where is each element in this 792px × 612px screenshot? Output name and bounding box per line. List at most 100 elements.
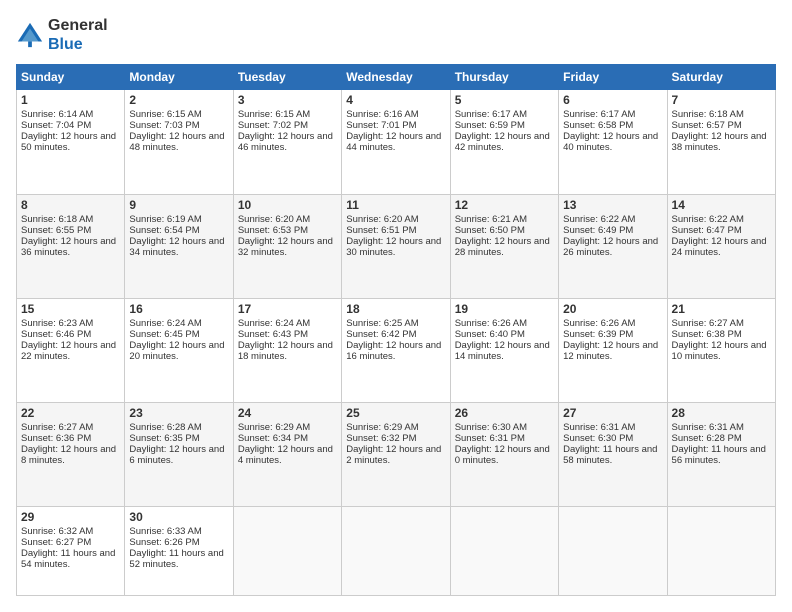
sunrise-label: Sunrise: 6:17 AM <box>455 109 527 120</box>
daylight-label: Daylight: 12 hours and 36 minutes. <box>21 236 116 258</box>
sunset-label: Sunset: 6:40 PM <box>455 329 525 340</box>
daylight-label: Daylight: 12 hours and 50 minutes. <box>21 131 116 153</box>
daylight-label: Daylight: 12 hours and 46 minutes. <box>238 131 333 153</box>
calendar-table: SundayMondayTuesdayWednesdayThursdayFrid… <box>16 64 776 596</box>
sunrise-label: Sunrise: 6:26 AM <box>455 318 527 329</box>
col-header-friday: Friday <box>559 65 667 90</box>
calendar-cell: 13 Sunrise: 6:22 AM Sunset: 6:49 PM Dayl… <box>559 194 667 298</box>
day-number: 6 <box>563 93 662 107</box>
day-number: 4 <box>346 93 445 107</box>
day-number: 2 <box>129 93 228 107</box>
daylight-label: Daylight: 11 hours and 52 minutes. <box>129 548 223 570</box>
calendar-cell: 12 Sunrise: 6:21 AM Sunset: 6:50 PM Dayl… <box>450 194 558 298</box>
sunset-label: Sunset: 6:38 PM <box>672 329 742 340</box>
calendar-cell: 30 Sunrise: 6:33 AM Sunset: 6:26 PM Dayl… <box>125 507 233 596</box>
daylight-label: Daylight: 12 hours and 40 minutes. <box>563 131 658 153</box>
day-number: 18 <box>346 302 445 316</box>
daylight-label: Daylight: 12 hours and 14 minutes. <box>455 340 550 362</box>
calendar-cell <box>559 507 667 596</box>
day-number: 8 <box>21 198 120 212</box>
day-number: 29 <box>21 510 120 524</box>
calendar-cell: 24 Sunrise: 6:29 AM Sunset: 6:34 PM Dayl… <box>233 402 341 506</box>
day-number: 11 <box>346 198 445 212</box>
daylight-label: Daylight: 12 hours and 24 minutes. <box>672 236 767 258</box>
calendar-cell: 26 Sunrise: 6:30 AM Sunset: 6:31 PM Dayl… <box>450 402 558 506</box>
day-number: 19 <box>455 302 554 316</box>
day-number: 1 <box>21 93 120 107</box>
sunset-label: Sunset: 7:03 PM <box>129 120 199 131</box>
calendar-cell: 20 Sunrise: 6:26 AM Sunset: 6:39 PM Dayl… <box>559 298 667 402</box>
day-number: 7 <box>672 93 771 107</box>
calendar-cell: 25 Sunrise: 6:29 AM Sunset: 6:32 PM Dayl… <box>342 402 450 506</box>
day-number: 21 <box>672 302 771 316</box>
daylight-label: Daylight: 12 hours and 2 minutes. <box>346 444 441 466</box>
sunrise-label: Sunrise: 6:18 AM <box>21 214 93 225</box>
sunrise-label: Sunrise: 6:18 AM <box>672 109 744 120</box>
day-number: 17 <box>238 302 337 316</box>
daylight-label: Daylight: 12 hours and 20 minutes. <box>129 340 224 362</box>
sunrise-label: Sunrise: 6:15 AM <box>129 109 201 120</box>
calendar-cell: 17 Sunrise: 6:24 AM Sunset: 6:43 PM Dayl… <box>233 298 341 402</box>
calendar-cell: 5 Sunrise: 6:17 AM Sunset: 6:59 PM Dayli… <box>450 90 558 194</box>
sunrise-label: Sunrise: 6:26 AM <box>563 318 635 329</box>
day-number: 25 <box>346 406 445 420</box>
daylight-label: Daylight: 12 hours and 30 minutes. <box>346 236 441 258</box>
sunset-label: Sunset: 6:55 PM <box>21 225 91 236</box>
calendar-cell: 14 Sunrise: 6:22 AM Sunset: 6:47 PM Dayl… <box>667 194 775 298</box>
day-number: 9 <box>129 198 228 212</box>
daylight-label: Daylight: 12 hours and 6 minutes. <box>129 444 224 466</box>
daylight-label: Daylight: 12 hours and 44 minutes. <box>346 131 441 153</box>
daylight-label: Daylight: 12 hours and 34 minutes. <box>129 236 224 258</box>
day-number: 14 <box>672 198 771 212</box>
day-number: 24 <box>238 406 337 420</box>
logo-text-general: General <box>48 16 108 35</box>
daylight-label: Daylight: 11 hours and 54 minutes. <box>21 548 115 570</box>
sunrise-label: Sunrise: 6:15 AM <box>238 109 310 120</box>
calendar-cell: 15 Sunrise: 6:23 AM Sunset: 6:46 PM Dayl… <box>17 298 125 402</box>
col-header-thursday: Thursday <box>450 65 558 90</box>
sunset-label: Sunset: 6:34 PM <box>238 433 308 444</box>
day-number: 15 <box>21 302 120 316</box>
sunrise-label: Sunrise: 6:20 AM <box>238 214 310 225</box>
sunrise-label: Sunrise: 6:16 AM <box>346 109 418 120</box>
daylight-label: Daylight: 12 hours and 32 minutes. <box>238 236 333 258</box>
calendar-cell: 22 Sunrise: 6:27 AM Sunset: 6:36 PM Dayl… <box>17 402 125 506</box>
sunset-label: Sunset: 6:31 PM <box>455 433 525 444</box>
sunset-label: Sunset: 6:49 PM <box>563 225 633 236</box>
sunrise-label: Sunrise: 6:24 AM <box>238 318 310 329</box>
day-number: 26 <box>455 406 554 420</box>
daylight-label: Daylight: 12 hours and 42 minutes. <box>455 131 550 153</box>
day-number: 30 <box>129 510 228 524</box>
sunrise-label: Sunrise: 6:27 AM <box>672 318 744 329</box>
sunrise-label: Sunrise: 6:33 AM <box>129 526 201 537</box>
day-number: 13 <box>563 198 662 212</box>
daylight-label: Daylight: 12 hours and 0 minutes. <box>455 444 550 466</box>
day-number: 22 <box>21 406 120 420</box>
day-number: 5 <box>455 93 554 107</box>
sunset-label: Sunset: 6:39 PM <box>563 329 633 340</box>
daylight-label: Daylight: 12 hours and 22 minutes. <box>21 340 116 362</box>
sunset-label: Sunset: 6:36 PM <box>21 433 91 444</box>
sunrise-label: Sunrise: 6:19 AM <box>129 214 201 225</box>
day-number: 3 <box>238 93 337 107</box>
sunset-label: Sunset: 7:04 PM <box>21 120 91 131</box>
calendar-cell: 9 Sunrise: 6:19 AM Sunset: 6:54 PM Dayli… <box>125 194 233 298</box>
sunset-label: Sunset: 6:32 PM <box>346 433 416 444</box>
sunset-label: Sunset: 6:54 PM <box>129 225 199 236</box>
daylight-label: Daylight: 12 hours and 8 minutes. <box>21 444 116 466</box>
calendar-cell: 21 Sunrise: 6:27 AM Sunset: 6:38 PM Dayl… <box>667 298 775 402</box>
day-number: 12 <box>455 198 554 212</box>
sunset-label: Sunset: 7:01 PM <box>346 120 416 131</box>
calendar-cell: 8 Sunrise: 6:18 AM Sunset: 6:55 PM Dayli… <box>17 194 125 298</box>
sunset-label: Sunset: 6:45 PM <box>129 329 199 340</box>
day-number: 20 <box>563 302 662 316</box>
calendar-cell: 23 Sunrise: 6:28 AM Sunset: 6:35 PM Dayl… <box>125 402 233 506</box>
sunrise-label: Sunrise: 6:29 AM <box>238 422 310 433</box>
sunset-label: Sunset: 6:53 PM <box>238 225 308 236</box>
calendar-cell: 7 Sunrise: 6:18 AM Sunset: 6:57 PM Dayli… <box>667 90 775 194</box>
calendar-cell: 10 Sunrise: 6:20 AM Sunset: 6:53 PM Dayl… <box>233 194 341 298</box>
calendar-cell <box>342 507 450 596</box>
sunrise-label: Sunrise: 6:30 AM <box>455 422 527 433</box>
sunset-label: Sunset: 6:46 PM <box>21 329 91 340</box>
sunset-label: Sunset: 6:59 PM <box>455 120 525 131</box>
